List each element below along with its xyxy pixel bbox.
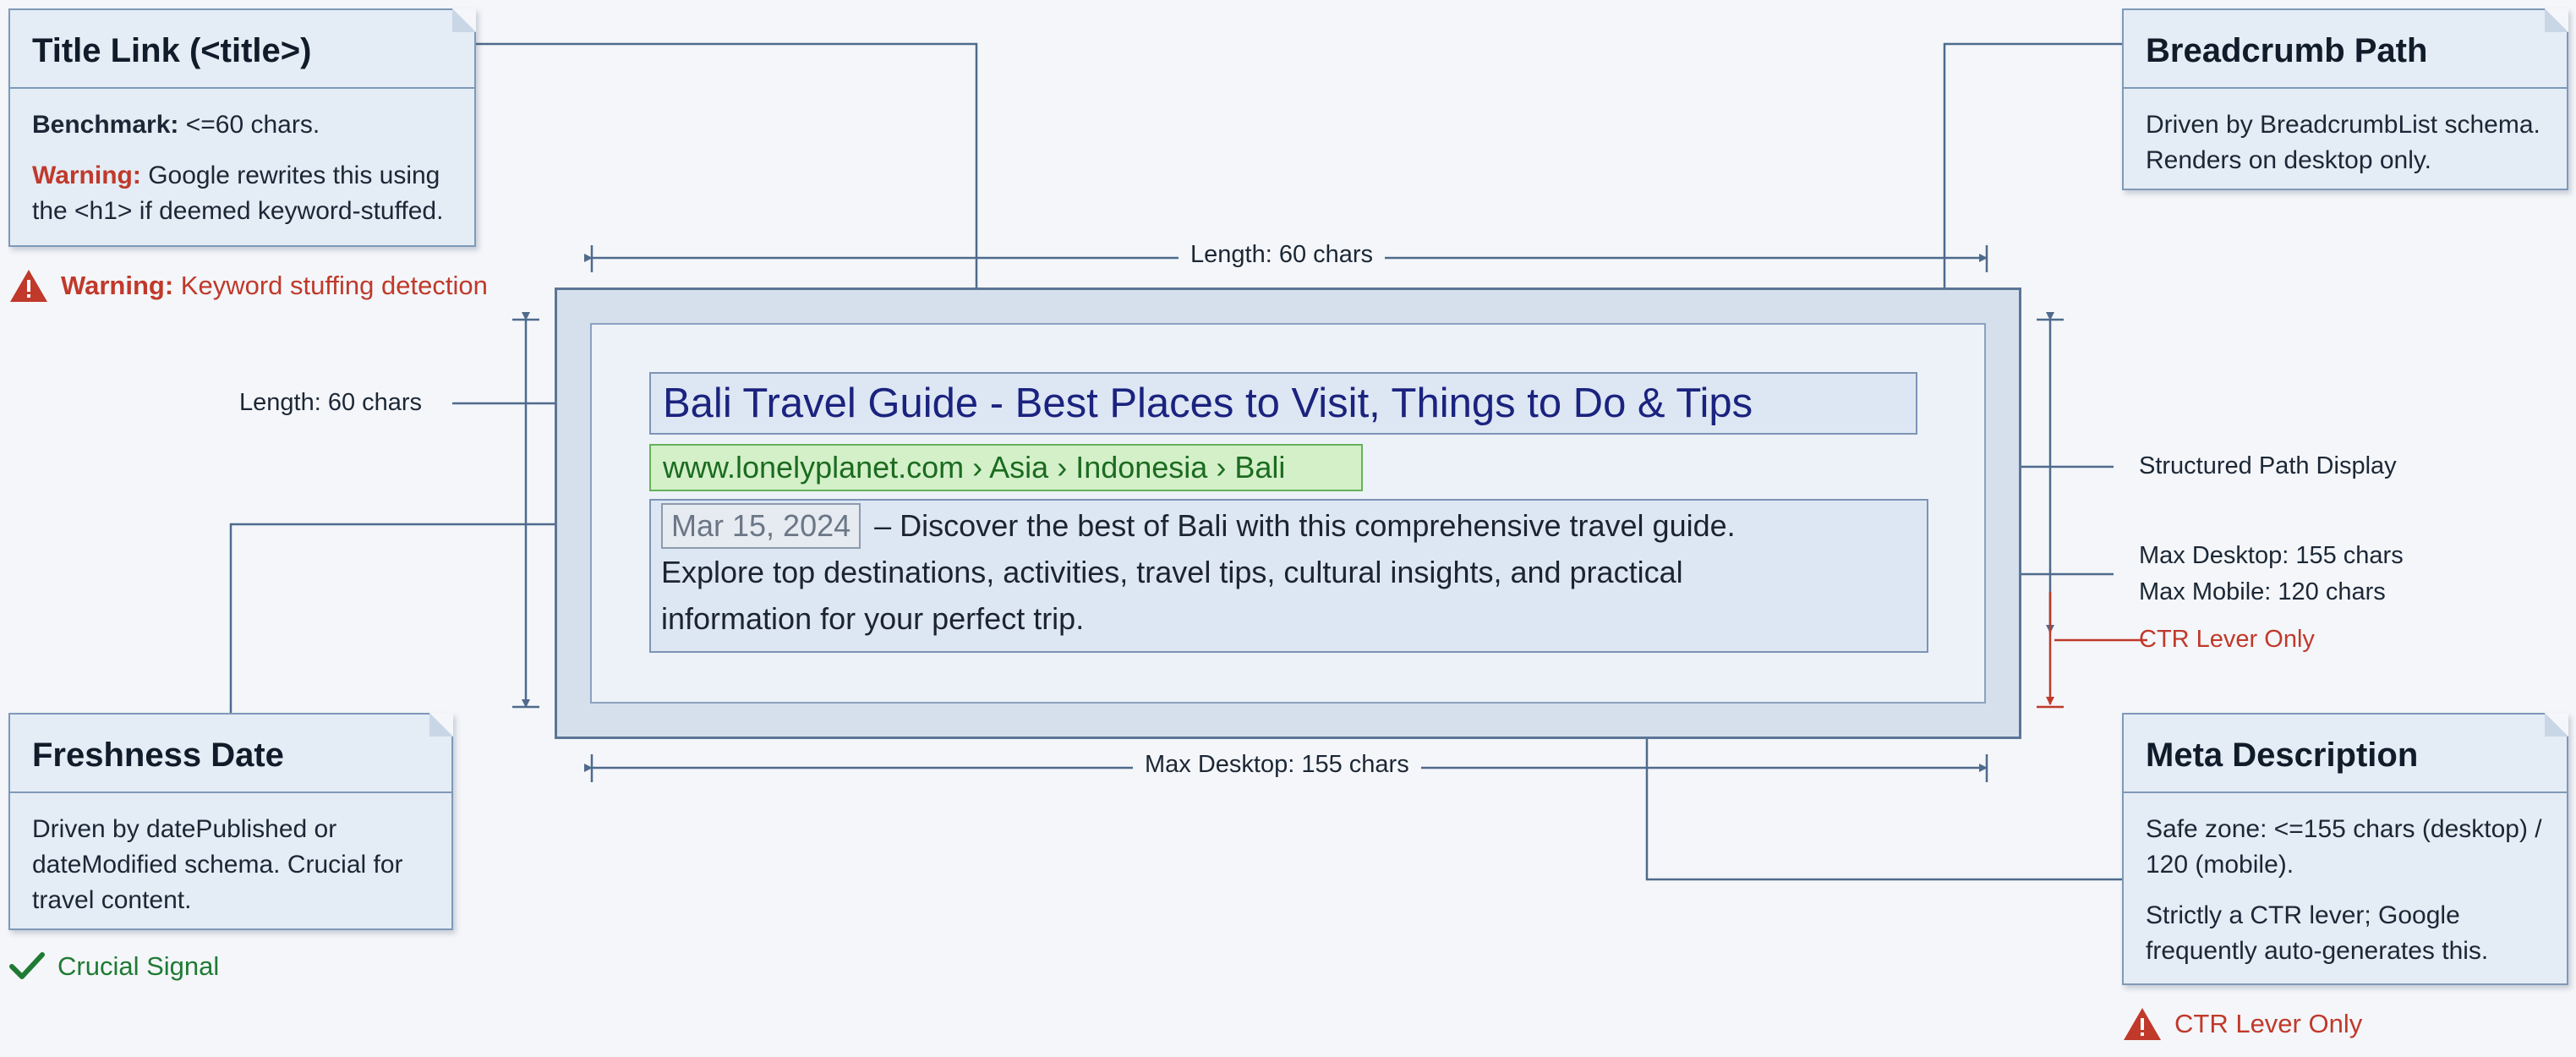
note-divider [10, 87, 474, 89]
note-freshness-heading: Freshness Date [32, 737, 284, 774]
warning-triangle-icon [10, 270, 47, 302]
structured-path-label: Structured Path Display [2139, 452, 2397, 479]
ctr-lever-label: CTR Lever Only [2139, 626, 2315, 653]
check-icon [9, 952, 45, 979]
serp-breadcrumb-url[interactable]: www.lonelyplanet.com › Asia › Indonesia … [649, 444, 1363, 491]
note-divider [2124, 87, 2567, 89]
serp-description-line-2: Explore top destinations, activities, tr… [661, 555, 1683, 589]
note-meta-body-1: Safe zone: <=155 chars (desktop) / 120 (… [2146, 815, 2542, 879]
note-breadcrumb-body: Driven by BreadcrumbList schema. Renders… [2146, 111, 2540, 174]
note-fold [2545, 713, 2568, 737]
crucial-signal-badge: Crucial Signal [8, 951, 219, 982]
serp-meta-description: Mar 15, 2024 – Discover the best of Bali… [649, 499, 1928, 653]
serp-description-text-1: Discover the best of Bali with this comp… [900, 508, 1736, 543]
note-title-link-benchmark: Benchmark: <=60 chars. [32, 111, 320, 139]
note-freshness-date: Freshness Date Driven by datePublished o… [8, 713, 453, 930]
serp-description-line-1: Mar 15, 2024 – Discover the best of Bali… [661, 502, 1927, 549]
note-title-link-heading: Title Link (<title>) [32, 32, 312, 69]
max-desktop-label: Max Desktop: 155 chars [2139, 542, 2404, 569]
ctr-lever-badge: CTR Lever Only [2122, 1006, 2362, 1042]
note-fold [429, 713, 453, 737]
note-meta-heading: Meta Description [2146, 737, 2419, 774]
note-title-link: Title Link (<title>) Benchmark: <=60 cha… [8, 8, 476, 247]
bottom-width-label: Max Desktop: 155 chars [1133, 751, 1421, 779]
title-length-label: Length: 60 chars [239, 389, 423, 416]
warning-triangle-icon [2124, 1008, 2161, 1040]
note-meta-description: Meta Description Safe zone: <=155 chars … [2122, 713, 2568, 985]
note-fold [2545, 8, 2568, 32]
top-width-label: Length: 60 chars [1179, 241, 1386, 269]
note-title-link-warning: Warning: Google rewrites this using the … [32, 162, 444, 225]
max-mobile-label: Max Mobile: 120 chars [2139, 578, 2386, 605]
note-breadcrumb-heading: Breadcrumb Path [2146, 32, 2428, 69]
note-meta-body-2: Strictly a CTR lever; Google frequently … [2146, 901, 2489, 965]
note-freshness-body: Driven by datePublished or dateModified … [32, 815, 403, 914]
serp-date-separator: – [866, 508, 900, 543]
serp-freshness-date: Mar 15, 2024 [661, 503, 861, 549]
keyword-stuffing-warning: Warning: Keyword stuffing detection [8, 268, 488, 304]
serp-description-line-3: information for your perfect trip. [661, 601, 1085, 636]
note-divider [10, 791, 451, 793]
note-divider [2124, 791, 2567, 793]
note-breadcrumb-path: Breadcrumb Path Driven by BreadcrumbList… [2122, 8, 2568, 190]
serp-title-link[interactable]: Bali Travel Guide - Best Places to Visit… [649, 372, 1917, 435]
note-fold [452, 8, 476, 32]
